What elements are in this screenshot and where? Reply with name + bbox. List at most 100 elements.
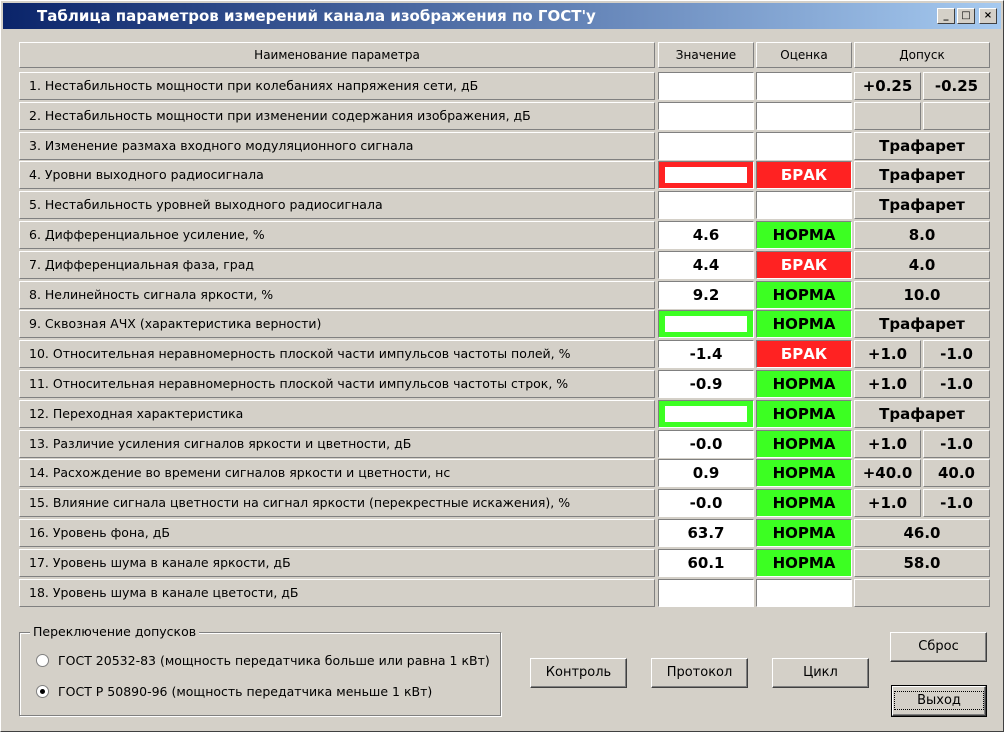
parameter-value-field[interactable] xyxy=(658,161,754,189)
tolerance-lower: -0.25 xyxy=(923,72,990,100)
parameter-value-field[interactable] xyxy=(658,579,754,607)
estimate-badge xyxy=(756,132,852,160)
parameter-name: 4. Уровни выходного радиосигнала xyxy=(19,161,655,189)
radio-label: ГОСТ Р 50890-96 (мощность передатчика ме… xyxy=(58,684,433,699)
value-indicator xyxy=(665,316,747,332)
parameter-name: 14. Расхождение во времени сигналов ярко… xyxy=(19,459,655,487)
value-indicator xyxy=(665,406,747,422)
tolerance-value: 46.0 xyxy=(854,519,990,547)
tolerance-lower: -1.0 xyxy=(923,370,990,398)
parameter-name: 18. Уровень шума в канале цветости, дБ xyxy=(19,579,655,607)
parameter-value-field[interactable]: -1.4 xyxy=(658,340,754,368)
reset-button[interactable]: Сброс xyxy=(890,632,987,662)
parameter-name: 8. Нелинейность сигнала яркости, % xyxy=(19,281,655,309)
parameter-value-field[interactable]: 9.2 xyxy=(658,281,754,309)
parameter-value-field[interactable]: -0.0 xyxy=(658,489,754,517)
parameter-value-field[interactable]: 60.1 xyxy=(658,549,754,577)
main-window: Таблица параметров измерений канала изоб… xyxy=(0,0,1004,732)
parameter-value-field[interactable]: 0.9 xyxy=(658,459,754,487)
parameter-name: 11. Относительная неравномерность плоско… xyxy=(19,370,655,398)
parameter-name: 13. Различие усиления сигналов яркости и… xyxy=(19,430,655,458)
radio-button-icon[interactable] xyxy=(36,685,49,698)
parameter-name: 9. Сквозная АЧХ (характеристика верности… xyxy=(19,310,655,338)
radio-label: ГОСТ 20532-83 (мощность передатчика боль… xyxy=(58,653,490,668)
estimate-badge: БРАК xyxy=(756,161,852,189)
estimate-badge: НОРМА xyxy=(756,400,852,428)
parameter-value-field[interactable] xyxy=(658,102,754,130)
estimate-badge xyxy=(756,579,852,607)
parameter-value-field[interactable]: -0.0 xyxy=(658,430,754,458)
parameter-value-field[interactable]: 63.7 xyxy=(658,519,754,547)
estimate-badge: НОРМА xyxy=(756,221,852,249)
close-button[interactable]: × xyxy=(979,8,997,24)
estimate-badge: НОРМА xyxy=(756,310,852,338)
parameter-value-field[interactable]: 4.4 xyxy=(658,251,754,279)
parameter-value-field[interactable] xyxy=(658,191,754,219)
header-name: Наименование параметра xyxy=(19,42,655,68)
protocol-button[interactable]: Протокол xyxy=(651,658,748,688)
parameter-value-field[interactable] xyxy=(658,310,754,338)
tolerance-lower: 40.0 xyxy=(923,459,990,487)
estimate-badge: НОРМА xyxy=(756,489,852,517)
value-indicator xyxy=(665,167,747,183)
parameter-name: 7. Дифференциальная фаза, град xyxy=(19,251,655,279)
tolerance-upper: +40.0 xyxy=(854,459,921,487)
parameter-name: 15. Влияние сигнала цветности на сигнал … xyxy=(19,489,655,517)
tolerance-upper: +1.0 xyxy=(854,430,921,458)
parameter-value-field[interactable] xyxy=(658,132,754,160)
tolerance-upper: +1.0 xyxy=(854,340,921,368)
parameter-name: 3. Изменение размаха входного модуляцион… xyxy=(19,132,655,160)
parameter-value-field[interactable]: 4.6 xyxy=(658,221,754,249)
tolerance-value: Трафарет xyxy=(854,161,990,189)
estimate-badge xyxy=(756,191,852,219)
parameter-name: 10. Относительная неравномерность плоско… xyxy=(19,340,655,368)
parameter-value-field[interactable] xyxy=(658,72,754,100)
parameter-name: 6. Дифференциальное усиление, % xyxy=(19,221,655,249)
tolerance-value xyxy=(854,579,990,607)
header-tolerance: Допуск xyxy=(854,42,990,68)
window-title: Таблица параметров измерений канала изоб… xyxy=(37,7,596,25)
estimate-badge: НОРМА xyxy=(756,549,852,577)
tolerance-value: 58.0 xyxy=(854,549,990,577)
tolerance-switch-group: Переключение допусков ГОСТ 20532-83 (мощ… xyxy=(19,624,501,716)
estimate-badge xyxy=(756,72,852,100)
exit-button[interactable]: Выход xyxy=(891,685,987,717)
tolerance-upper: +1.0 xyxy=(854,370,921,398)
parameter-name: 2. Нестабильность мощности при изменении… xyxy=(19,102,655,130)
parameter-name: 5. Нестабильность уровней выходного ради… xyxy=(19,191,655,219)
exit-button-label: Выход xyxy=(894,691,984,710)
tolerance-upper xyxy=(854,102,921,130)
parameter-value-field[interactable] xyxy=(658,400,754,428)
parameter-name: 16. Уровень фона, дБ xyxy=(19,519,655,547)
title-bar[interactable]: Таблица параметров измерений канала изоб… xyxy=(3,3,1001,29)
estimate-badge: НОРМА xyxy=(756,459,852,487)
tolerance-value: 10.0 xyxy=(854,281,990,309)
tolerance-value: 8.0 xyxy=(854,221,990,249)
estimate-badge: НОРМА xyxy=(756,370,852,398)
tolerance-lower xyxy=(923,102,990,130)
estimate-badge: БРАК xyxy=(756,340,852,368)
parameter-name: 1. Нестабильность мощности при колебания… xyxy=(19,72,655,100)
minimize-button[interactable]: _ xyxy=(937,8,955,24)
estimate-badge: НОРМА xyxy=(756,281,852,309)
tolerance-upper: +1.0 xyxy=(854,489,921,517)
cycle-button[interactable]: Цикл xyxy=(772,658,869,688)
radio-option-gost-50890[interactable]: ГОСТ Р 50890-96 (мощность передатчика ме… xyxy=(36,684,432,699)
tolerance-value: 4.0 xyxy=(854,251,990,279)
radio-button-icon[interactable] xyxy=(36,654,49,667)
tolerance-lower: -1.0 xyxy=(923,430,990,458)
parameter-value-field[interactable]: -0.9 xyxy=(658,370,754,398)
estimate-badge: БРАК xyxy=(756,251,852,279)
control-button[interactable]: Контроль xyxy=(530,658,627,688)
header-value: Значение xyxy=(658,42,754,68)
tolerance-upper: +0.25 xyxy=(854,72,921,100)
estimate-badge: НОРМА xyxy=(756,519,852,547)
parameter-name: 12. Переходная характеристика xyxy=(19,400,655,428)
estimate-badge xyxy=(756,102,852,130)
maximize-button[interactable]: □ xyxy=(957,8,975,24)
estimate-badge: НОРМА xyxy=(756,430,852,458)
group-legend: Переключение допусков xyxy=(30,624,200,639)
tolerance-value: Трафарет xyxy=(854,310,990,338)
tolerance-value: Трафарет xyxy=(854,400,990,428)
radio-option-gost-20532[interactable]: ГОСТ 20532-83 (мощность передатчика боль… xyxy=(36,653,490,668)
